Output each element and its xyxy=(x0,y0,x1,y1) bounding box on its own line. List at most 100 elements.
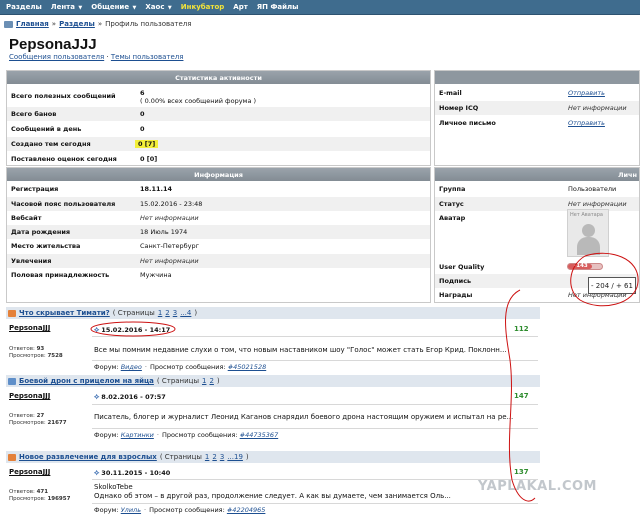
topic-icon xyxy=(8,309,16,317)
page-link[interactable]: ...19 xyxy=(227,453,243,461)
row-value: 15.02.2016 - 23:48 xyxy=(140,200,203,208)
pages-label: ( Страницы xyxy=(159,453,202,461)
private-message-link[interactable]: Отправить xyxy=(568,119,605,127)
row-label: Аватар xyxy=(439,214,466,222)
avatar: Нет Аватара xyxy=(567,209,609,257)
post-author[interactable]: PepsonaJJJ xyxy=(9,468,50,476)
topic-icon xyxy=(8,453,16,461)
row-value: Нет информации xyxy=(568,104,627,112)
row-label: Увлечения xyxy=(11,257,52,265)
link-icon[interactable]: ⟡ xyxy=(94,468,99,478)
user-messages-link[interactable]: Сообщения пользователя xyxy=(9,53,104,61)
row-label: Всего полезных сообщений xyxy=(11,92,116,100)
topic-link[interactable]: Боевой дрон с прицелом на яйца xyxy=(19,377,154,385)
chevron-down-icon: ▼ xyxy=(132,5,137,11)
row-label: User Quality xyxy=(439,263,485,271)
breadcrumb-current: Профиль пользователя xyxy=(105,20,192,28)
post-count: 137 xyxy=(514,468,529,476)
post-stats: Ответов: 93 Просмотров: 7528 xyxy=(9,346,63,359)
page-link[interactable]: 2 xyxy=(212,453,216,461)
email-send-link[interactable]: Отправить xyxy=(568,89,605,97)
nav-item-sections[interactable]: Разделы xyxy=(6,3,42,11)
page-title: PepsonaJJJ xyxy=(9,36,97,53)
pages-label-end: ) xyxy=(194,309,198,317)
message-link[interactable]: #42204965 xyxy=(227,506,266,514)
activity-row: Создано тем сегодня 0 [7] xyxy=(7,137,430,151)
page-link[interactable]: ...4 xyxy=(180,309,191,317)
topic-icon xyxy=(8,377,16,385)
user-topics-link[interactable]: Темы пользователя xyxy=(111,53,184,61)
breadcrumb: Главная » Разделы » Профиль пользователя xyxy=(4,20,191,28)
chevron-down-icon: ▼ xyxy=(167,5,172,11)
link-icon[interactable]: ⟡ xyxy=(94,325,99,335)
contact-panel: E-mail Отправить Номер ICQ Нет информаци… xyxy=(434,70,640,166)
row-value: 18.11.14 xyxy=(140,185,173,193)
nav-item-chaos[interactable]: Хаос ▼ xyxy=(145,3,171,11)
contact-row: Личное письмо Отправить xyxy=(435,116,639,130)
page-link[interactable]: 3 xyxy=(173,309,177,317)
page-link[interactable]: 2 xyxy=(209,377,213,385)
pages-label: ( Страницы xyxy=(112,309,155,317)
user-quality-bar[interactable]: -143 xyxy=(567,263,603,270)
nav-item-art[interactable]: Арт xyxy=(233,3,248,11)
message-link[interactable]: #45021528 xyxy=(228,363,267,371)
post-excerpt: Все мы помним недавние слухи о том, что … xyxy=(94,346,507,354)
top-nav: Разделы Лента ▼ Общение ▼ Хаос ▼ Инкубат… xyxy=(0,0,640,15)
info-header: Информация xyxy=(7,168,430,181)
info-row: Место жительства Санкт-Петербург xyxy=(7,239,430,253)
row-value: Нет информации xyxy=(568,200,627,208)
info-row: Вебсайт Нет информации xyxy=(7,211,430,225)
pages-label: ( Страницы xyxy=(156,377,199,385)
nav-item-feed[interactable]: Лента ▼ xyxy=(51,3,82,11)
breadcrumb-home[interactable]: Главная xyxy=(16,20,49,28)
forum-link[interactable]: Видео xyxy=(121,363,142,371)
nav-item-files[interactable]: ЯП Файлы xyxy=(257,3,299,11)
row-value: Нет информации xyxy=(140,214,199,222)
forum-link[interactable]: Картинки xyxy=(121,431,154,439)
page-link[interactable]: 1 xyxy=(158,309,162,317)
breadcrumb-sections[interactable]: Разделы xyxy=(59,20,95,28)
info-row: Увлечения Нет информации xyxy=(7,254,430,268)
link-icon[interactable]: ⟡ xyxy=(94,392,99,402)
message-link[interactable]: #44735367 xyxy=(240,431,279,439)
post-stats: Ответов: 27 Просмотров: 21677 xyxy=(9,413,67,426)
page-link[interactable]: 1 xyxy=(205,453,209,461)
row-value: 6 xyxy=(140,89,145,97)
page-link[interactable]: 2 xyxy=(165,309,169,317)
post-row: PepsonaJJJ ⟡ 8.02.2016 - 07:57 147 Ответо… xyxy=(6,388,540,444)
info-row: Дата рождения 18 Июль 1974 xyxy=(7,225,430,239)
nav-item-incubator[interactable]: Инкубатор xyxy=(181,3,225,11)
row-value: 18 Июль 1974 xyxy=(140,228,188,236)
chevron-down-icon: ▼ xyxy=(78,5,83,11)
row-label: Половая принадлежность xyxy=(11,271,110,279)
row-label: Группа xyxy=(439,185,466,193)
row-label: E-mail xyxy=(439,89,462,97)
post-author[interactable]: PepsonaJJJ xyxy=(9,392,50,400)
topic-link[interactable]: Новое развлечение для взрослых xyxy=(19,453,157,461)
info-panel: Информация Регистрация 18.11.14 Часовой … xyxy=(6,167,431,303)
page-link[interactable]: 1 xyxy=(202,377,206,385)
forum-link[interactable]: Улиль xyxy=(121,506,141,514)
post-forum: Форум: Видео · Просмотр сообщения: #450215… xyxy=(94,363,267,371)
watermark: YAPLAKAL.COM xyxy=(478,479,597,494)
breadcrumb-separator: » xyxy=(51,20,57,28)
page-link[interactable]: 3 xyxy=(220,453,224,461)
post-excerpt-line: SkolkoTebe xyxy=(94,483,133,491)
activity-row: Всего банов 0 xyxy=(7,107,430,121)
avatar-placeholder-icon xyxy=(582,224,595,237)
info-row: Часовой пояс пользователя 15.02.2016 - 2… xyxy=(7,197,430,211)
profile-sublinks: Сообщения пользователя · Темы пользовате… xyxy=(9,53,183,61)
topic-title-bar: Новое развлечение для взрослых ( Страниц… xyxy=(6,451,540,463)
divider xyxy=(92,404,538,405)
row-label: Награды xyxy=(439,291,473,299)
avatar-caption: Нет Аватара xyxy=(570,212,603,218)
post-author[interactable]: PepsonaJJJ xyxy=(9,324,50,332)
topic-link[interactable]: Что скрывает Тимати? xyxy=(19,309,110,317)
nav-item-chat[interactable]: Общение ▼ xyxy=(91,3,136,11)
post-forum: Форум: Улиль · Просмотр сообщения: #422049… xyxy=(94,506,266,514)
user-quality-value: -143 xyxy=(574,263,588,269)
row-label: Статус xyxy=(439,200,464,208)
divider xyxy=(92,503,538,504)
activity-row: Всего полезных сообщений 6 ( 0.00% всех … xyxy=(7,86,430,106)
activity-panel: Статистика активности Всего полезных соо… xyxy=(6,70,431,166)
